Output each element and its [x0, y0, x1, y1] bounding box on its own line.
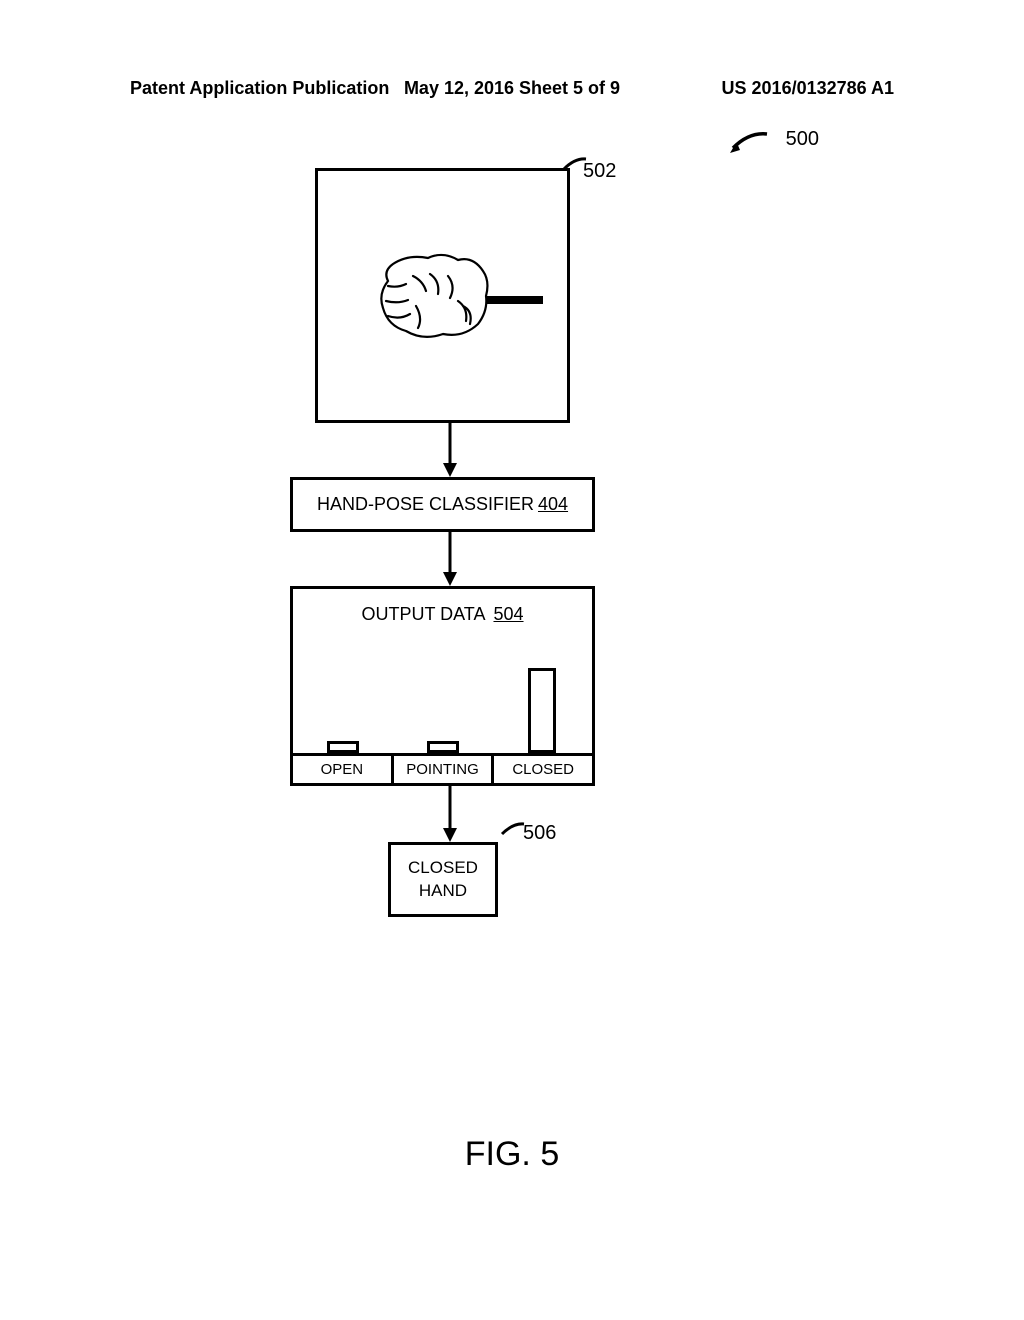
bar-label-closed: CLOSED	[494, 753, 592, 783]
page-header: Patent Application Publication May 12, 2…	[0, 78, 1024, 99]
reference-label-506: 506	[523, 822, 556, 845]
classifier-box-404: HAND-POSE CLASSIFIER 404	[290, 477, 595, 532]
output-ref: 504	[493, 604, 523, 624]
bar-labels: OPEN POINTING CLOSED	[293, 753, 592, 783]
closed-fist-icon	[368, 246, 553, 356]
bar-open	[293, 653, 393, 753]
arrow-down-icon	[441, 423, 459, 479]
bar-label-open: OPEN	[293, 753, 394, 783]
bar-pointing	[393, 653, 493, 753]
reference-label-500: 500	[786, 128, 819, 151]
reference-arrow-500	[727, 130, 769, 160]
result-line1: CLOSED	[408, 857, 478, 879]
lead-line-506	[498, 820, 526, 845]
result-box-506: CLOSED HAND	[388, 842, 498, 917]
output-data-box-504: OUTPUT DATA 504 OPEN POINTING CLOSED	[290, 586, 595, 786]
classifier-ref: 404	[538, 494, 568, 515]
reference-label-502: 502	[583, 160, 616, 183]
header-left-text: Patent Application Publication	[130, 78, 389, 99]
bar-chart	[293, 653, 592, 753]
result-line2: HAND	[419, 880, 467, 902]
bar-label-pointing: POINTING	[394, 753, 495, 783]
header-center-text: May 12, 2016 Sheet 5 of 9	[404, 78, 620, 99]
figure-500: 500 502 HAND-POSE CLASSIFIER 404 OUTPUT …	[0, 120, 1024, 1120]
header-right-text: US 2016/0132786 A1	[722, 78, 894, 99]
classifier-label: HAND-POSE CLASSIFIER	[317, 494, 534, 515]
figure-caption: FIG. 5	[0, 1135, 1024, 1174]
input-image-box-502	[315, 168, 570, 423]
arrow-down-icon	[441, 786, 459, 844]
arrow-down-icon	[441, 532, 459, 588]
bar-closed	[492, 653, 592, 753]
output-title: OUTPUT DATA 504	[293, 604, 592, 625]
